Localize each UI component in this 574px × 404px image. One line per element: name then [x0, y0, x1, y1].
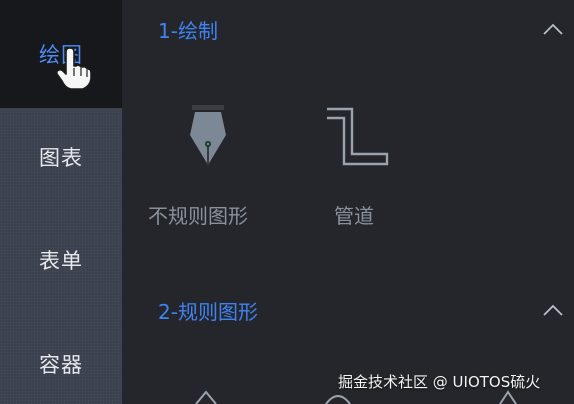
tool-irregular-shape[interactable]: 不规则图形: [144, 100, 274, 230]
triangle-shape-icon[interactable]: [186, 388, 226, 404]
watermark: 掘金技术社区 @ UIOTOS硫火: [338, 373, 541, 391]
tool-pipe[interactable]: 管道: [318, 100, 398, 230]
sidebar-item-label: 图表: [39, 146, 83, 170]
sidebar: 绘图 图表 表单 容器: [0, 0, 122, 404]
tool-label: 不规则图形: [148, 204, 248, 228]
section-title-drawing[interactable]: 1-绘制: [158, 15, 218, 44]
chevron-up-icon[interactable]: [542, 22, 564, 36]
app-window: 绘图 图表 表单 容器 1-绘制 不规则图形 管道 2-规则图形 掘金技术社区 …: [0, 0, 574, 404]
sidebar-item-label: 容器: [39, 353, 83, 377]
sidebar-item-charts[interactable]: 图表: [0, 105, 122, 209]
tool-label: 管道: [334, 204, 374, 228]
sidebar-item-label: 绘图: [39, 43, 83, 67]
sidebar-item-drawing[interactable]: 绘图: [0, 0, 122, 108]
sidebar-item-label: 表单: [39, 249, 83, 273]
sidebar-item-forms[interactable]: 表单: [0, 208, 122, 312]
chevron-up-icon[interactable]: [542, 303, 564, 317]
section-title-regular-shapes[interactable]: 2-规则图形: [158, 296, 258, 325]
sidebar-item-containers[interactable]: 容器: [0, 312, 122, 404]
pen-nib-icon: [190, 105, 226, 165]
tool-panel: 1-绘制 不规则图形 管道 2-规则图形: [122, 0, 574, 404]
pipe-icon: [327, 107, 389, 166]
